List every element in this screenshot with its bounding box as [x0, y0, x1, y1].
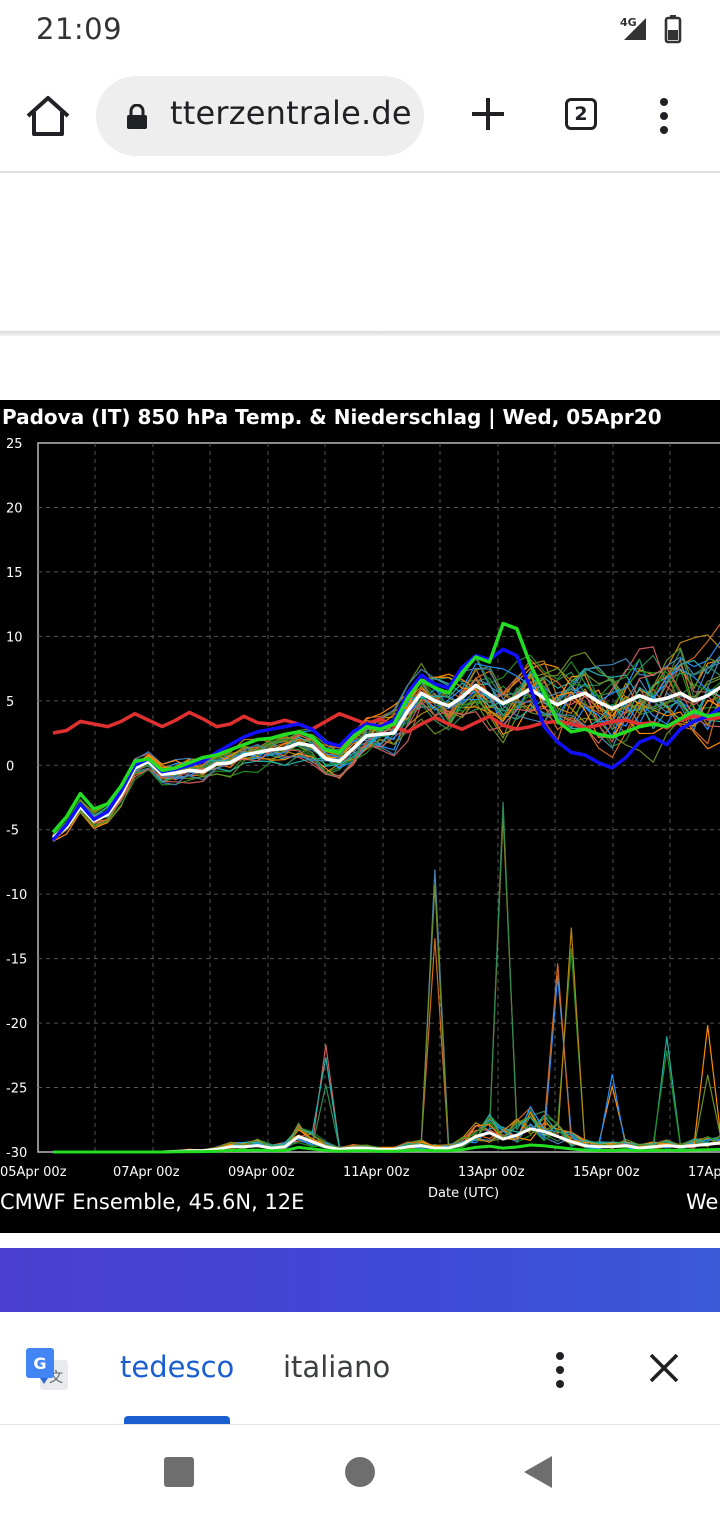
- toolbar-divider: [0, 171, 720, 173]
- chart-plot: 25 20 15 10 5 0 -5 -10 -15 -20 -25 -30 05Apr 00z 07Ap…: [0, 437, 720, 1201]
- recents-icon[interactable]: [164, 1457, 194, 1487]
- x-tick-label: 13Apr 00z: [458, 1165, 525, 1180]
- back-icon[interactable]: [522, 1455, 554, 1489]
- address-bar[interactable]: tterzentrale.de: [96, 76, 424, 156]
- y-tick-label: 0: [6, 759, 14, 774]
- y-tick-label: -5: [6, 824, 19, 839]
- ensemble-temp-line: [52, 657, 720, 839]
- more-vert-icon: [556, 1352, 564, 1360]
- x-axis-label: Date (UTC): [428, 1186, 499, 1201]
- svg-text:G: G: [33, 1354, 46, 1373]
- google-translate-icon: 文 G: [26, 1348, 68, 1390]
- x-tick-label: 11Apr 00z: [343, 1165, 410, 1180]
- tab-source-language[interactable]: tedesco: [120, 1350, 234, 1384]
- lock-icon: [127, 104, 147, 129]
- y-tick-label: -10: [6, 888, 27, 903]
- translate-close-button[interactable]: [646, 1350, 682, 1386]
- y-tick-label: 15: [6, 566, 23, 581]
- signal-icon: [624, 18, 646, 40]
- close-icon: [649, 1353, 679, 1383]
- forecast-chart: 25 20 15 10 5 0 -5 -10 -15 -20 -25 -30 05Apr 00z 07Ap…: [0, 400, 720, 1233]
- promo-banner[interactable]: [0, 1248, 720, 1312]
- x-tick-label: 07Apr 00z: [113, 1165, 180, 1180]
- browser-menu-button[interactable]: [650, 94, 678, 138]
- home-icon: [26, 96, 70, 136]
- y-tick-label: 10: [6, 630, 23, 645]
- tabs-button[interactable]: 2: [565, 98, 597, 130]
- home-circle-icon[interactable]: [345, 1457, 375, 1487]
- y-tick-label: -15: [6, 953, 27, 968]
- status-time: 21:09: [36, 12, 123, 46]
- y-tick-label: -25: [6, 1082, 27, 1097]
- x-tick-label: 17Ap: [688, 1165, 720, 1180]
- tab-target-language[interactable]: italiano: [283, 1350, 390, 1384]
- y-tick-label: 25: [6, 437, 23, 452]
- translate-menu-button[interactable]: [546, 1348, 574, 1392]
- x-tick-label: 09Apr 00z: [228, 1165, 295, 1180]
- home-button[interactable]: [22, 92, 74, 144]
- y-tick-label: 5: [6, 695, 14, 710]
- plot-border: [37, 442, 720, 1153]
- y-tick-label: -20: [6, 1017, 27, 1032]
- plus-icon: [472, 98, 504, 130]
- ensemble-temp-line: [52, 655, 720, 838]
- chart-title: Padova (IT) 850 hPa Temp. & Niederschlag…: [2, 405, 662, 429]
- tab-count: 2: [574, 103, 588, 125]
- chart-footer-right: We: [686, 1190, 719, 1214]
- ensemble-precip-line: [53, 1056, 720, 1153]
- system-nav-bar: [0, 1425, 720, 1520]
- x-tick-label: 05Apr 00z: [0, 1165, 67, 1180]
- content-divider: [0, 331, 720, 336]
- url-text: tterzentrale.de: [170, 94, 412, 132]
- chart-footer: CMWF Ensemble, 45.6N, 12E: [0, 1190, 305, 1214]
- status-bar: 21:09 4G: [0, 0, 720, 62]
- battery-icon: [664, 15, 682, 44]
- y-tick-label: 20: [6, 501, 23, 516]
- more-vert-icon: [660, 98, 668, 106]
- ensemble-temp-line: [52, 654, 720, 837]
- y-tick-label: -30: [6, 1146, 27, 1161]
- new-tab-button[interactable]: [466, 92, 510, 136]
- translate-bar: 文 G tedesco italiano: [0, 1312, 720, 1424]
- x-tick-label: 15Apr 00z: [573, 1165, 640, 1180]
- active-tab-indicator: [124, 1416, 230, 1424]
